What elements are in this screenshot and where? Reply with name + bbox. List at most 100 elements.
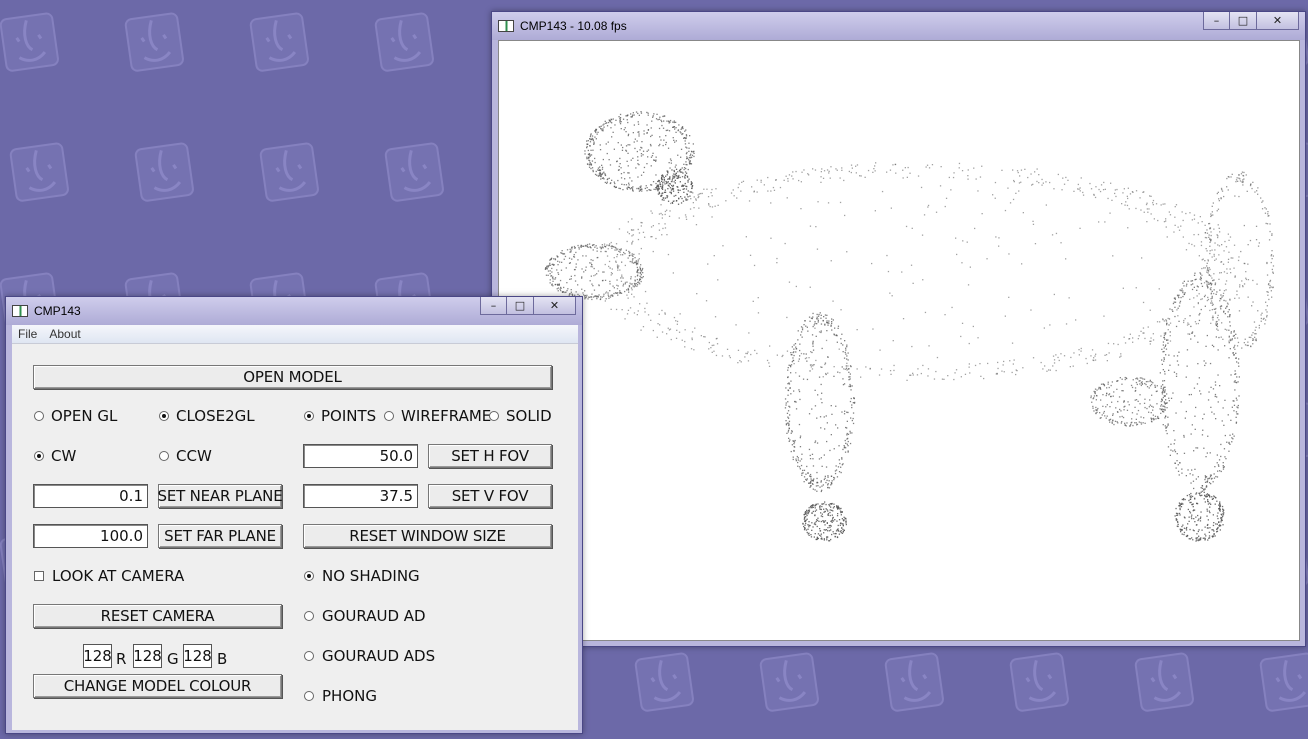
point-cloud-point <box>1175 375 1178 377</box>
point-cloud-point <box>922 279 924 281</box>
point-cloud-point <box>1124 422 1126 424</box>
point-cloud-point <box>1011 371 1013 374</box>
point-cloud-point <box>615 243 618 245</box>
look-at-camera-checkbox[interactable] <box>34 571 44 581</box>
point-cloud-point <box>635 167 637 169</box>
point-cloud-point <box>753 264 756 267</box>
minimize-icon[interactable]: – <box>1203 12 1230 30</box>
point-cloud-point <box>632 240 634 242</box>
point-cloud-point <box>1204 538 1206 540</box>
point-cloud-point <box>837 524 839 527</box>
colour-b-input[interactable]: 128 <box>183 644 212 668</box>
maximize-icon[interactable]: □ <box>507 297 534 315</box>
close-icon[interactable]: ✕ <box>1257 12 1299 30</box>
point-cloud-point <box>1122 192 1124 194</box>
point-cloud-point <box>1206 496 1208 498</box>
point-cloud-point <box>616 253 619 256</box>
radio-points[interactable] <box>304 411 314 421</box>
point-cloud-point <box>1206 269 1208 271</box>
point-cloud-point <box>554 277 557 279</box>
point-cloud-point <box>1193 509 1196 511</box>
point-cloud-point <box>1013 359 1015 361</box>
point-cloud-point <box>680 148 683 150</box>
point-cloud-point <box>599 246 601 248</box>
menu-file[interactable]: File <box>12 327 43 341</box>
radio-ccw[interactable] <box>159 451 169 461</box>
point-cloud-point <box>1178 502 1181 504</box>
radio-gouraud-ads[interactable] <box>304 651 314 661</box>
point-cloud-point <box>793 354 795 357</box>
point-cloud-point <box>974 364 977 367</box>
point-cloud-point <box>620 292 623 294</box>
point-cloud-point <box>1184 417 1186 419</box>
point-cloud-point <box>935 211 938 213</box>
point-cloud-point <box>1233 435 1235 437</box>
point-cloud-point <box>1178 351 1180 353</box>
reset-window-size-button[interactable]: RESET WINDOW SIZE <box>303 524 552 548</box>
point-cloud-point <box>1191 503 1193 506</box>
minimize-icon[interactable]: – <box>480 297 507 315</box>
colour-g-input[interactable]: 128 <box>133 644 162 668</box>
v-fov-input[interactable]: 37.5 <box>303 484 418 508</box>
radio-solid[interactable] <box>489 411 499 421</box>
set-near-plane-button[interactable]: SET NEAR PLANE <box>158 484 283 508</box>
set-h-fov-button[interactable]: SET H FOV <box>428 444 552 468</box>
maximize-icon[interactable]: □ <box>1230 12 1257 30</box>
point-cloud-point <box>1109 421 1111 423</box>
change-model-colour-button[interactable]: CHANGE MODEL COLOUR <box>33 674 282 698</box>
radio-phong[interactable] <box>304 691 314 701</box>
radio-cw[interactable] <box>34 451 44 461</box>
point-cloud-point <box>1225 246 1228 248</box>
point-cloud-point <box>845 349 847 351</box>
close-icon[interactable]: ✕ <box>534 297 576 315</box>
h-fov-input[interactable]: 50.0 <box>303 444 418 468</box>
point-cloud-point <box>1141 377 1143 379</box>
point-cloud-point <box>821 402 823 404</box>
point-cloud-point <box>833 503 835 505</box>
radio-close2gl[interactable] <box>159 411 169 421</box>
point-cloud-point <box>795 372 797 374</box>
point-cloud-point <box>1144 422 1146 424</box>
point-cloud-point <box>1162 344 1164 346</box>
radio-gouraud-ad[interactable] <box>304 611 314 621</box>
point-cloud-point <box>618 165 620 168</box>
open-model-button[interactable]: OPEN MODEL <box>33 365 552 389</box>
set-v-fov-button[interactable]: SET V FOV <box>428 484 552 508</box>
point-cloud-point <box>1201 487 1203 489</box>
near-plane-input[interactable]: 0.1 <box>33 484 148 508</box>
colour-r-input[interactable]: 128 <box>83 644 112 668</box>
point-cloud-point <box>592 259 594 262</box>
point-cloud-point <box>805 519 807 521</box>
point-cloud-point <box>1096 389 1098 391</box>
point-cloud-point <box>603 243 606 245</box>
radio-wireframe[interactable] <box>384 411 394 421</box>
point-cloud-point <box>1098 386 1100 389</box>
far-plane-input[interactable]: 100.0 <box>33 524 148 548</box>
point-cloud-point <box>1207 539 1209 541</box>
render-window[interactable]: CMP143 - 10.08 fps – □ ✕ <box>491 11 1306 647</box>
render-canvas[interactable] <box>498 40 1300 641</box>
menu-about[interactable]: About <box>43 327 86 341</box>
point-cloud-point <box>1267 294 1269 296</box>
point-cloud-point <box>598 294 600 296</box>
radio-no-shading[interactable] <box>304 571 314 581</box>
point-cloud-point <box>640 264 642 266</box>
point-cloud-point <box>826 314 828 316</box>
point-cloud-point <box>1212 514 1214 516</box>
point-cloud-point <box>1196 502 1198 505</box>
point-cloud-point <box>584 153 586 155</box>
reset-camera-button[interactable]: RESET CAMERA <box>33 604 282 628</box>
point-cloud-point <box>1198 518 1200 520</box>
point-cloud-point <box>594 246 596 248</box>
radio-opengl[interactable] <box>34 411 44 421</box>
point-cloud-point <box>662 127 665 129</box>
point-cloud-point <box>1100 184 1103 186</box>
point-cloud-point <box>1196 539 1198 541</box>
render-window-titlebar[interactable]: CMP143 - 10.08 fps <box>492 12 1305 40</box>
set-far-plane-button[interactable]: SET FAR PLANE <box>158 524 282 548</box>
point-cloud-point <box>630 278 632 280</box>
point-cloud-point <box>1176 453 1178 455</box>
point-cloud-point <box>1053 188 1055 190</box>
control-window[interactable]: CMP143 – □ ✕ File About OPEN MODEL OPEN … <box>5 296 583 734</box>
point-cloud-point <box>1077 183 1079 186</box>
